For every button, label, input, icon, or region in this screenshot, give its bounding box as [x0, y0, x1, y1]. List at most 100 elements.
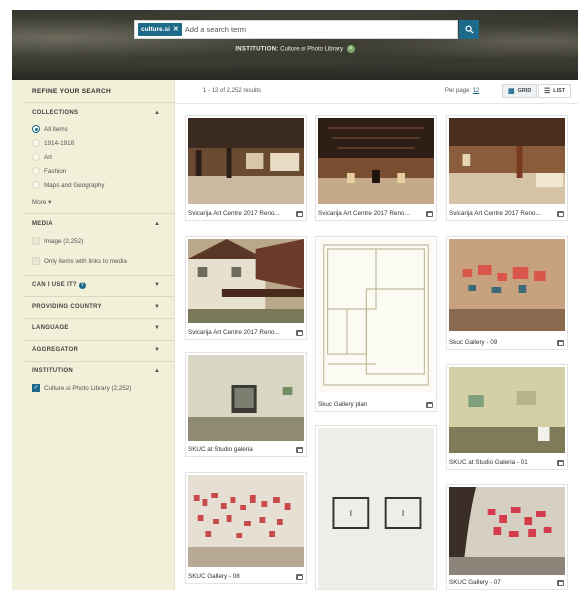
image-type-icon: [296, 574, 303, 580]
result-card[interactable]: Švicarija Art Centre 2017 Reno...: [185, 236, 307, 340]
option-label: All items: [44, 125, 68, 133]
chevron-up-icon[interactable]: ▲: [154, 110, 160, 116]
chevron-down-icon[interactable]: ▼: [154, 325, 160, 331]
can-i-use-label: CAN I USE IT?: [32, 282, 77, 288]
hero-banner: culture.si ✕ INSTITUTION: Culture.si Pho…: [12, 10, 578, 80]
help-icon[interactable]: ?: [78, 282, 86, 289]
result-title[interactable]: Švicarija Art Centre 2017 Reno...: [188, 329, 280, 336]
search-button[interactable]: [459, 20, 479, 39]
per-page-label: Per page:: [445, 88, 472, 94]
divider: [24, 213, 174, 214]
result-thumbnail[interactable]: [188, 355, 304, 441]
collection-option-all[interactable]: All items: [32, 125, 68, 133]
option-label: Fashion: [44, 167, 67, 175]
result-card[interactable]: ŠKUC at Studio galeria: [185, 352, 307, 457]
search-chip[interactable]: culture.si ✕: [138, 23, 182, 36]
radio-icon[interactable]: [32, 167, 40, 175]
can-i-use-heading[interactable]: CAN I USE IT??: [32, 282, 86, 289]
result-thumbnail[interactable]: [188, 118, 304, 204]
aggregator-heading[interactable]: AGGREGATOR: [32, 347, 78, 353]
divider: [24, 296, 174, 297]
result-title[interactable]: ŠKUC at Studio galeria: [188, 446, 253, 453]
result-title[interactable]: Škuc Gallery plan: [318, 401, 367, 408]
chevron-down-icon[interactable]: ▼: [154, 282, 160, 288]
result-card[interactable]: ŠKUC Gallery - 08: [185, 472, 307, 584]
providing-country-heading[interactable]: PROVIDING COUNTRY: [32, 304, 102, 310]
result-card[interactable]: Škuc Gallery - 09: [446, 236, 568, 350]
result-card[interactable]: Škuc Gallery plan: [315, 236, 437, 412]
chevron-up-icon[interactable]: ▲: [154, 368, 160, 374]
collection-option-fashion[interactable]: Fashion: [32, 167, 66, 175]
institution-option[interactable]: ✓ Culture.si Photo Library (2,252): [32, 384, 132, 392]
result-card[interactable]: ŠKUC at Studio Galeria - 01: [446, 364, 568, 470]
result-thumbnail[interactable]: [318, 428, 434, 589]
result-title[interactable]: ŠKUC Gallery - 07: [449, 579, 501, 586]
radio-icon[interactable]: [32, 153, 40, 161]
grid-view-button[interactable]: ▦ GRID: [502, 84, 538, 98]
institution-heading[interactable]: INSTITUTION: [32, 368, 73, 374]
result-card[interactable]: ŠKUC Gallery - 07: [446, 484, 568, 590]
divider: [24, 361, 174, 362]
refine-sidebar: REFINE YOUR SEARCH COLLECTIONS ▲ All ite…: [12, 80, 175, 590]
result-title[interactable]: Švicarija Art Centre 2017 Reno...: [449, 210, 541, 217]
clear-filter-icon[interactable]: ×: [346, 45, 355, 53]
divider: [24, 340, 174, 341]
list-view-button[interactable]: ☰ LIST: [538, 84, 572, 98]
result-thumbnail[interactable]: [449, 487, 565, 575]
list-icon: ☰: [544, 88, 551, 95]
chevron-down-icon[interactable]: ▼: [154, 304, 160, 310]
radio-icon[interactable]: [32, 181, 40, 189]
option-label: Art: [44, 153, 53, 161]
option-label: Maps and Geography: [44, 181, 105, 189]
image-type-icon: [296, 447, 303, 453]
radio-selected-icon[interactable]: [32, 125, 40, 133]
language-heading[interactable]: LANGUAGE: [32, 325, 69, 331]
result-card[interactable]: Švicarija Art Centre 2017 Reno...: [315, 115, 437, 221]
result-card[interactable]: [315, 425, 437, 590]
checkbox-icon[interactable]: [32, 257, 40, 265]
result-title[interactable]: Švicarija Art Centre 2017 Reno...: [188, 210, 280, 217]
media-option-image[interactable]: Image (2,252): [32, 237, 83, 245]
image-type-icon: [557, 340, 564, 346]
option-label: 1914-1918: [44, 139, 75, 147]
result-title[interactable]: Švicarija Art Centre 2017 Reno...: [318, 210, 410, 217]
search-icon: [464, 25, 474, 34]
radio-icon[interactable]: [32, 139, 40, 147]
collection-option-1914[interactable]: 1914-1918: [32, 139, 74, 147]
result-thumbnail[interactable]: [188, 239, 304, 323]
search-bar[interactable]: culture.si ✕: [134, 20, 458, 39]
grid-label: GRID: [517, 88, 532, 94]
chevron-down-icon[interactable]: ▼: [154, 347, 160, 353]
collection-option-art[interactable]: Art: [32, 153, 52, 161]
result-thumbnail[interactable]: [449, 239, 565, 331]
more-collections-link[interactable]: More ▾: [32, 199, 51, 206]
divider: [24, 102, 174, 103]
option-label: Image (2,252): [44, 237, 84, 245]
collections-heading[interactable]: COLLECTIONS: [32, 110, 78, 116]
institution-filter-label: INSTITUTION:: [235, 46, 279, 53]
result-thumbnail[interactable]: [318, 118, 434, 204]
media-heading[interactable]: MEDIA: [32, 221, 53, 227]
result-thumbnail[interactable]: [318, 239, 434, 393]
checkbox-icon[interactable]: [32, 237, 40, 245]
chip-close-icon[interactable]: ✕: [173, 23, 179, 36]
result-title[interactable]: ŠKUC Gallery - 08: [188, 573, 240, 580]
result-card[interactable]: Švicarija Art Centre 2017 Reno...: [185, 115, 307, 221]
per-page-control[interactable]: Per page: 12: [445, 88, 479, 94]
image-type-icon: [296, 330, 303, 336]
checkbox-checked-icon[interactable]: ✓: [32, 384, 40, 392]
result-card[interactable]: Švicarija Art Centre 2017 Reno...: [446, 115, 568, 221]
chevron-up-icon[interactable]: ▲: [154, 221, 160, 227]
media-option-links[interactable]: Only items with links to media: [32, 257, 127, 265]
collection-option-maps[interactable]: Maps and Geography: [32, 181, 105, 189]
result-title[interactable]: Škuc Gallery - 09: [449, 339, 497, 346]
result-thumbnail[interactable]: [188, 475, 304, 567]
result-title[interactable]: ŠKUC at Studio Galeria - 01: [449, 459, 528, 466]
per-page-value[interactable]: 12: [473, 88, 480, 94]
search-input[interactable]: [181, 21, 457, 38]
grid-icon: ▦: [508, 88, 515, 95]
result-thumbnail[interactable]: [449, 118, 565, 204]
result-thumbnail[interactable]: [449, 367, 565, 453]
option-label: Culture.si Photo Library (2,252): [44, 384, 132, 392]
image-type-icon: [557, 211, 564, 217]
